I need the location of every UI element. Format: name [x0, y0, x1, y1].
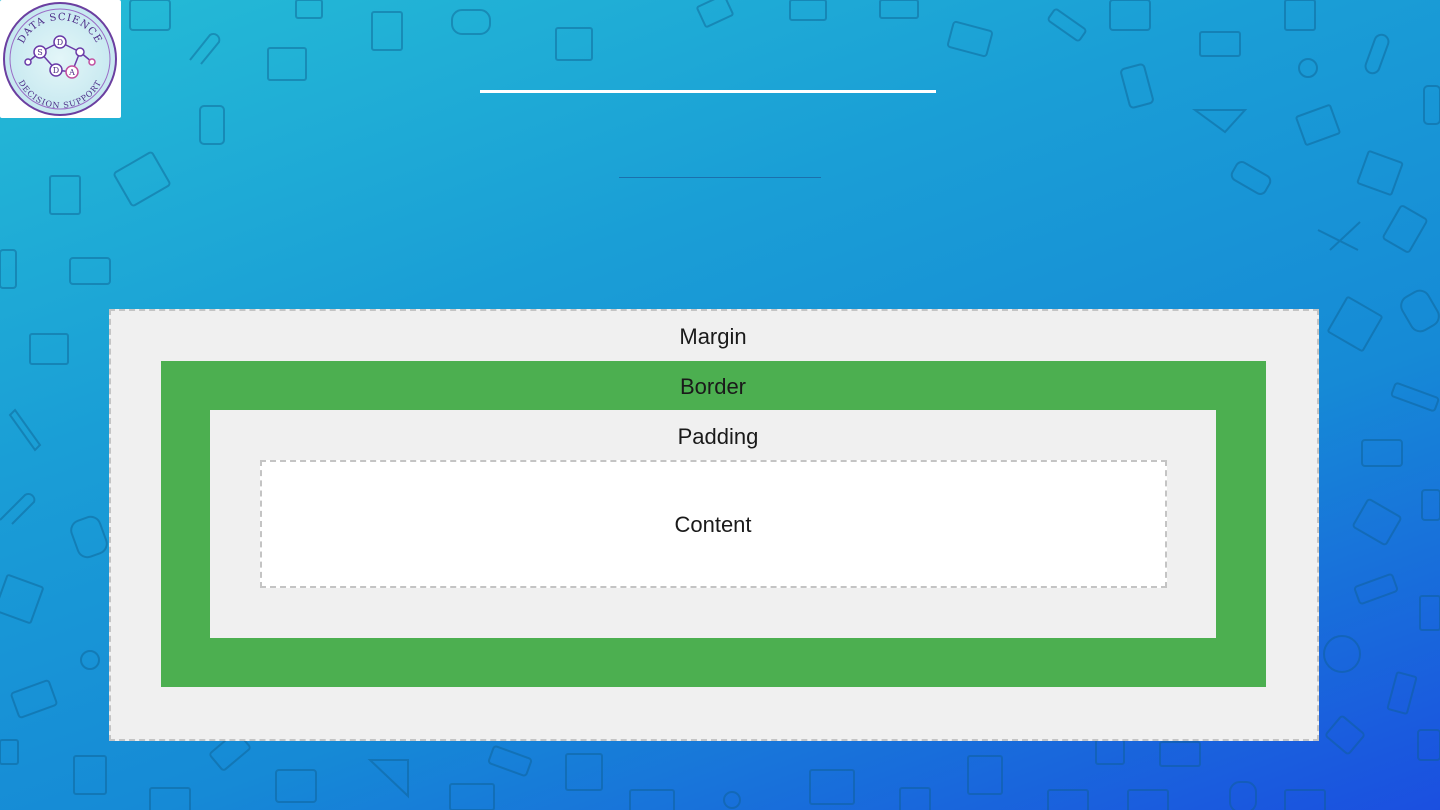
svg-text:D: D [57, 38, 63, 47]
border-label: Border [679, 374, 747, 399]
subtitle-underline [619, 177, 821, 178]
padding-label: Padding [677, 424, 759, 449]
svg-text:A: A [68, 68, 75, 77]
content-label: Content [674, 512, 752, 537]
svg-text:D: D [53, 66, 59, 75]
data-science-decision-support-logo: DATA SCIENCE DECISION SUPPORT S D D A [3, 2, 117, 116]
slide: DATA SCIENCE DECISION SUPPORT S D D A Ma… [0, 0, 1440, 810]
svg-text:S: S [37, 48, 42, 57]
margin-label: Margin [679, 324, 747, 349]
logo: DATA SCIENCE DECISION SUPPORT S D D A [0, 0, 121, 118]
title-underline [480, 90, 936, 93]
